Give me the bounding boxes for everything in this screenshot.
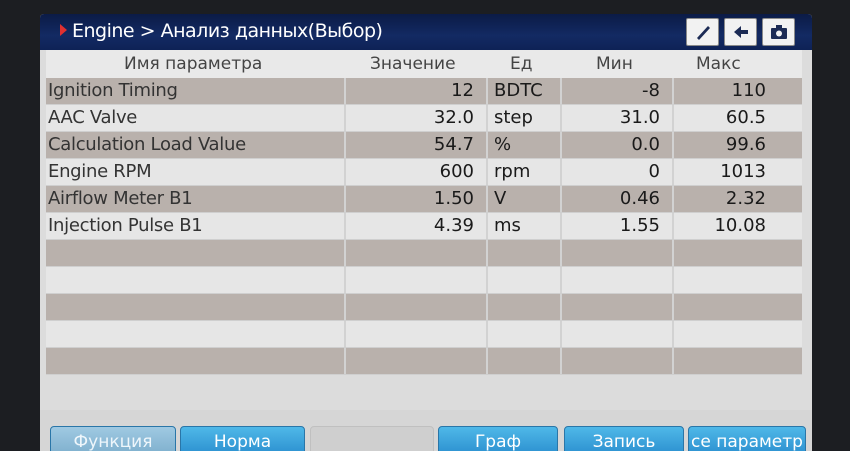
param-value: 4.39 (346, 213, 488, 239)
empty-cell (346, 240, 488, 266)
param-min: 0 (562, 159, 674, 185)
empty-cell (488, 267, 562, 293)
device-screen: Engine > Анализ данных(Выбор) Имя параме… (40, 14, 812, 451)
empty-row (46, 267, 802, 294)
table-header: Имя параметра Значение Ед Мин Макс (46, 50, 802, 78)
table-row[interactable]: Airflow Meter B1 1.50 V 0.46 2.32 (46, 186, 802, 213)
empty-cell (562, 267, 674, 293)
empty-cell (674, 348, 802, 374)
param-value: 32.0 (346, 105, 488, 131)
empty-cell (46, 240, 346, 266)
param-min: 1.55 (562, 213, 674, 239)
all-parameters-button[interactable]: се параметр (688, 426, 806, 451)
table-row[interactable]: Ignition Timing 12 BDTC -8 110 (46, 78, 802, 105)
param-unit: step (488, 105, 562, 131)
param-max: 10.08 (714, 215, 766, 236)
function-button[interactable]: Функция (50, 426, 176, 451)
graph-button[interactable]: Граф (438, 426, 558, 451)
param-name: Injection Pulse B1 (46, 213, 346, 239)
param-name: AAC Valve (46, 105, 346, 131)
edit-button[interactable] (686, 18, 719, 46)
breadcrumb-marker-icon (60, 24, 67, 36)
empty-cell (562, 321, 674, 347)
param-name: Ignition Timing (46, 78, 346, 104)
empty-button (310, 426, 434, 451)
empty-row (46, 348, 802, 375)
param-max: 110 (731, 80, 766, 101)
param-max: 99.6 (725, 134, 766, 155)
param-min: 0.0 (562, 132, 674, 158)
table-row[interactable]: Calculation Load Value 54.7 % 0.0 99.6 (46, 132, 802, 159)
param-unit: ms (488, 213, 562, 239)
param-max: 2.32 (725, 188, 766, 209)
param-unit: BDTC (488, 78, 562, 104)
param-unit: V (488, 186, 562, 212)
back-button[interactable] (724, 18, 757, 46)
param-min: 0.46 (562, 186, 674, 212)
empty-cell (46, 294, 346, 320)
empty-cell (488, 321, 562, 347)
empty-cell (346, 321, 488, 347)
pen-icon (696, 26, 710, 40)
param-min: 31.0 (562, 105, 674, 131)
empty-cell (46, 348, 346, 374)
column-header-max: Макс (696, 54, 741, 74)
screenshot-button[interactable] (762, 18, 795, 46)
empty-row (46, 240, 802, 267)
empty-cell (346, 267, 488, 293)
empty-cell (674, 321, 802, 347)
param-unit: rpm (488, 159, 562, 185)
param-name: Airflow Meter B1 (46, 186, 346, 212)
empty-cell (488, 348, 562, 374)
empty-cell (674, 267, 802, 293)
empty-row (46, 294, 802, 321)
empty-cell (674, 294, 802, 320)
param-max: 1013 (720, 161, 766, 182)
param-unit: % (488, 132, 562, 158)
empty-cell (46, 267, 346, 293)
empty-cell (346, 294, 488, 320)
param-name: Calculation Load Value (46, 132, 346, 158)
empty-cell (562, 348, 674, 374)
param-name: Engine RPM (46, 159, 346, 185)
param-max: 60.5 (725, 107, 766, 128)
back-arrow-icon (733, 26, 748, 38)
empty-cell (562, 294, 674, 320)
empty-cell (488, 294, 562, 320)
empty-cell (488, 240, 562, 266)
table-row[interactable]: AAC Valve 32.0 step 31.0 60.5 (46, 105, 802, 132)
param-value: 54.7 (346, 132, 488, 158)
column-header-unit: Ед (510, 54, 533, 74)
column-header-name: Имя параметра (124, 54, 263, 74)
column-header-value: Значение (370, 54, 456, 74)
table-row[interactable]: Injection Pulse B1 4.39 ms 1.55 10.08 (46, 213, 802, 240)
camera-icon (770, 25, 787, 39)
empty-cell (674, 240, 802, 266)
column-header-min: Мин (596, 54, 633, 74)
record-button[interactable]: Запись (564, 426, 684, 451)
parameter-table: Имя параметра Значение Ед Мин Макс Ignit… (46, 50, 802, 375)
param-value: 600 (346, 159, 488, 185)
empty-cell (346, 348, 488, 374)
param-value: 12 (346, 78, 488, 104)
empty-cell (562, 240, 674, 266)
param-value: 1.50 (346, 186, 488, 212)
title-bar: Engine > Анализ данных(Выбор) (40, 14, 812, 50)
empty-row (46, 321, 802, 348)
page-title: Engine > Анализ данных(Выбор) (72, 20, 383, 42)
param-min: -8 (562, 78, 674, 104)
table-row[interactable]: Engine RPM 600 rpm 0 1013 (46, 159, 802, 186)
function-bar: Функция Норма Граф Запись се параметр (40, 410, 812, 451)
norm-button[interactable]: Норма (180, 426, 305, 451)
empty-cell (46, 321, 346, 347)
